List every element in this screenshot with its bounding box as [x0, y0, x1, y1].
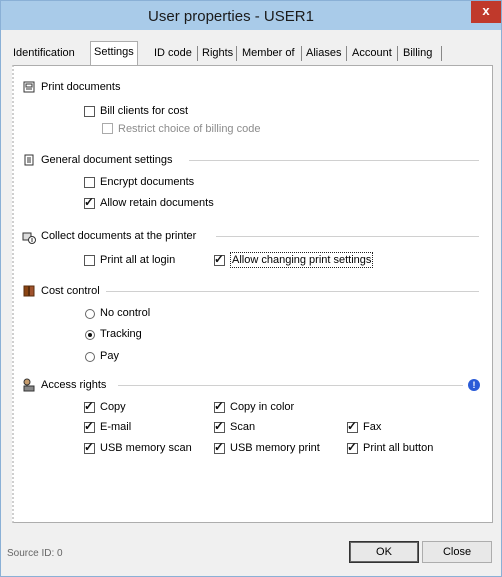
usb-memory-scan-checkbox[interactable]: ✓ — [84, 440, 95, 454]
bill-clients-checkbox[interactable] — [84, 106, 95, 117]
tab-member-of[interactable]: Member of — [242, 43, 295, 63]
tab-divider — [301, 46, 302, 61]
tracking-label: Tracking — [100, 328, 142, 340]
copy-in-color-label: Copy in color — [230, 401, 295, 413]
settings-panel: Print documents Bill clients for cost Re… — [12, 65, 493, 523]
window-title: User properties - USER1 — [148, 8, 314, 25]
section-divider — [106, 291, 479, 292]
close-window-button[interactable]: x — [471, 1, 501, 23]
pay-label: Pay — [100, 350, 119, 362]
section-title-collect-documents: Collect documents at the printer — [41, 230, 197, 242]
tab-rights[interactable]: Rights — [202, 43, 233, 63]
usb-memory-print-label: USB memory print — [230, 442, 320, 454]
tab-divider — [441, 46, 442, 61]
fax-label: Fax — [363, 421, 382, 433]
no-control-radio[interactable] — [85, 309, 95, 319]
section-title-access-rights: Access rights — [41, 379, 107, 391]
tab-id-code[interactable]: ID code — [154, 43, 192, 63]
tab-divider — [346, 46, 347, 61]
tab-divider — [236, 46, 237, 61]
tab-divider — [397, 46, 398, 61]
print-all-at-login-label: Print all at login — [100, 254, 176, 266]
scan-checkbox[interactable]: ✓ — [214, 419, 225, 433]
section-title-print-documents: Print documents — [41, 81, 121, 93]
encrypt-documents-checkbox[interactable] — [84, 177, 95, 188]
source-id-label: Source ID: 0 — [7, 548, 63, 559]
book-icon — [23, 285, 35, 297]
copy-checkbox[interactable]: ✓ — [84, 399, 95, 413]
copy-label: Copy — [100, 401, 126, 413]
tracking-radio[interactable] — [85, 330, 95, 340]
properties-dialog: User properties - USER1 x Identification… — [0, 0, 502, 577]
tab-account[interactable]: Account — [352, 43, 392, 63]
allow-retain-checkbox[interactable]: ✓ — [84, 195, 95, 209]
email-label: E-mail — [100, 421, 132, 433]
tab-identification[interactable]: Identification — [13, 43, 75, 63]
close-button[interactable]: Close — [422, 541, 492, 563]
usb-memory-scan-label: USB memory scan — [100, 442, 192, 454]
document-icon — [24, 154, 34, 166]
tab-billing[interactable]: Billing — [403, 43, 432, 63]
fax-checkbox[interactable]: ✓ — [347, 419, 358, 433]
allow-retain-label: Allow retain documents — [100, 197, 214, 209]
allow-changing-print-settings-label: Allow changing print settings — [229, 252, 374, 268]
pay-radio[interactable] — [85, 352, 95, 362]
section-divider — [118, 385, 463, 386]
encrypt-documents-label: Encrypt documents — [100, 176, 195, 188]
copy-in-color-checkbox[interactable]: ✓ — [214, 399, 225, 413]
section-title-cost-control: Cost control — [41, 285, 100, 297]
restrict-billing-checkbox[interactable] — [102, 123, 113, 134]
print-all-button-checkbox[interactable]: ✓ — [347, 440, 358, 454]
usb-memory-print-checkbox[interactable]: ✓ — [214, 440, 225, 454]
no-control-label: No control — [100, 307, 151, 319]
collect-printer-icon — [22, 232, 36, 244]
printer-icon — [23, 81, 35, 93]
info-icon[interactable]: ! — [468, 379, 480, 391]
title-bar[interactable]: User properties - USER1 x — [1, 1, 501, 30]
tab-aliases[interactable]: Aliases — [306, 43, 341, 63]
section-divider — [189, 160, 479, 161]
scan-label: Scan — [230, 421, 256, 433]
section-divider — [216, 236, 479, 237]
email-checkbox[interactable]: ✓ — [84, 419, 95, 433]
ok-button[interactable]: OK — [349, 541, 419, 563]
tab-settings[interactable]: Settings — [90, 41, 138, 65]
tab-divider — [197, 46, 198, 61]
section-title-general-document-settings: General document settings — [41, 154, 173, 166]
lock-user-icon — [23, 378, 35, 392]
bill-clients-label: Bill clients for cost — [100, 105, 189, 117]
allow-changing-print-settings-checkbox[interactable]: ✓ — [214, 252, 225, 266]
restrict-billing-label: Restrict choice of billing code — [118, 123, 261, 135]
print-all-button-label: Print all button — [363, 442, 434, 454]
print-all-at-login-checkbox[interactable] — [84, 255, 95, 266]
